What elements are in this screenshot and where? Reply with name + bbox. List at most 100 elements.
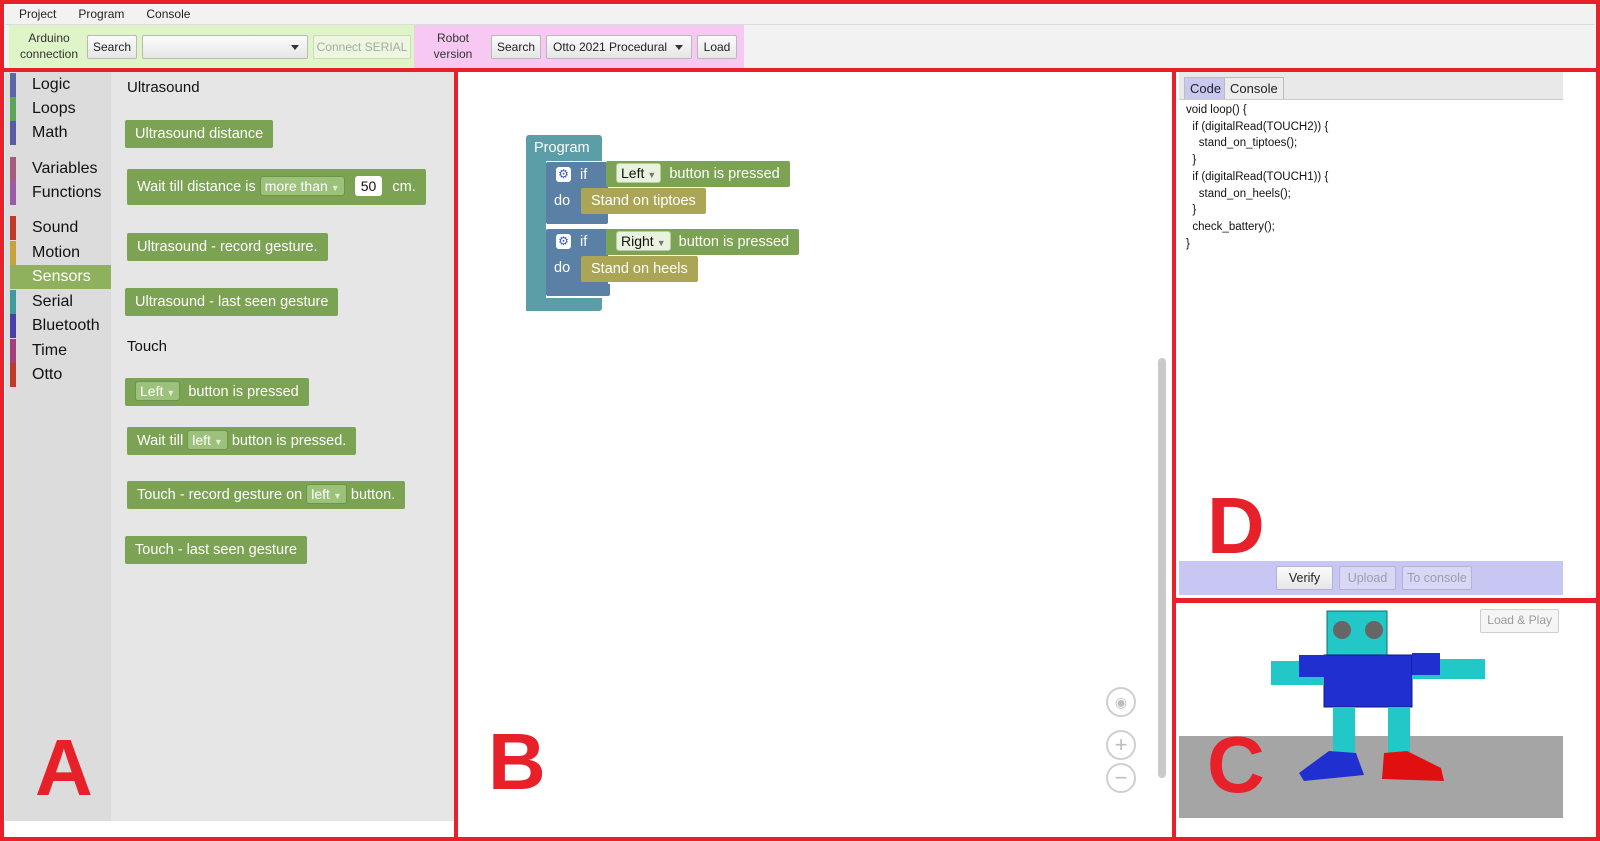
block-ultrasound-last[interactable]: Ultrasound - last seen gesture — [125, 288, 339, 316]
block-text: button. — [350, 487, 396, 503]
program-block-rail — [526, 161, 546, 311]
target-icon[interactable]: ◉ — [1106, 687, 1136, 717]
category-label: Math — [32, 124, 68, 141]
category-label: Sensors — [32, 268, 91, 285]
block-text: button is pressed. — [231, 433, 347, 449]
load-button[interactable]: Load — [697, 35, 737, 59]
block-flyout: Ultrasound Ultrasound distance Wait till… — [111, 68, 454, 821]
category-serial[interactable]: Serial — [10, 290, 111, 314]
side-dropdown[interactable]: left ▼ — [306, 484, 347, 504]
dropdown-arrow-icon: ▼ — [166, 388, 176, 398]
menu-console[interactable]: Console — [132, 5, 198, 21]
category-math[interactable]: Math — [10, 121, 111, 145]
block-ultrasound-distance[interactable]: Ultrasound distance — [125, 120, 274, 148]
section-title-touch: Touch — [127, 338, 168, 355]
side-dropdown[interactable]: Left ▼ — [135, 381, 181, 401]
condition-block-1[interactable]: Left ▼ button is pressed — [606, 161, 790, 187]
section-title-ultrasound: Ultrasound — [127, 79, 200, 96]
side-dropdown[interactable]: left ▼ — [187, 430, 228, 450]
toolbar: Arduino connection Search Connect SERIAL… — [5, 25, 1595, 68]
zoom-in-button[interactable]: + — [1106, 730, 1136, 760]
chevron-down-icon — [291, 45, 299, 50]
to-console-button[interactable]: To console — [1402, 566, 1472, 590]
dropdown-value: more than — [264, 178, 328, 194]
port-select[interactable] — [142, 35, 308, 59]
block-touch-record[interactable]: Touch - record gesture on left ▼ button. — [127, 481, 406, 509]
category-time[interactable]: Time — [10, 339, 111, 363]
action-block-2[interactable]: Stand on heels — [581, 256, 698, 282]
dropdown-value: Right — [621, 233, 654, 249]
dropdown-arrow-icon: ▼ — [213, 437, 223, 447]
category-functions[interactable]: Functions — [10, 181, 111, 205]
dropdown-arrow-icon: ▼ — [330, 183, 340, 193]
gear-icon[interactable]: ⚙ — [556, 234, 571, 249]
block-text: Wait till distance is — [137, 179, 256, 195]
side-dropdown[interactable]: Right ▼ — [616, 231, 671, 251]
category-label: Motion — [32, 244, 81, 261]
dropdown-value: left — [311, 486, 330, 502]
dropdown-value: left — [192, 432, 211, 448]
robot-label-line2: version — [433, 47, 473, 61]
if-block-2-footer — [546, 284, 610, 296]
category-color-stripe — [10, 363, 16, 387]
category-label: Otto — [32, 366, 63, 383]
category-label: Functions — [32, 184, 102, 201]
menu-program[interactable]: Program — [64, 5, 132, 21]
annotation-label-c: C — [1207, 720, 1265, 809]
generated-code[interactable]: void loop() { if (digitalRead(TOUCH2)) {… — [1186, 102, 1328, 252]
block-wait-till-pressed[interactable]: Wait till left ▼ button is pressed. — [127, 427, 357, 455]
annotation-label-b: B — [488, 717, 546, 806]
menu-project[interactable]: Project — [5, 5, 64, 21]
robot-version-value: Otto 2021 Procedural — [553, 40, 668, 54]
block-text: cm. — [392, 179, 416, 195]
category-label: Loops — [32, 100, 76, 117]
category-color-stripe — [10, 216, 16, 240]
distance-value-field[interactable]: 50 — [354, 176, 383, 196]
robot-version-select[interactable]: Otto 2021 Procedural — [546, 35, 692, 59]
block-text: button is pressed — [188, 384, 299, 400]
vertical-scrollbar[interactable] — [1158, 358, 1166, 778]
operator-dropdown[interactable]: more than ▼ — [259, 176, 345, 196]
category-loops[interactable]: Loops — [10, 97, 111, 121]
block-touch-last[interactable]: Touch - last seen gesture — [125, 536, 308, 564]
do-label: do — [554, 260, 571, 276]
block-text: Wait till — [137, 433, 184, 449]
block-text: button is pressed — [678, 234, 790, 250]
category-variables[interactable]: Variables — [10, 157, 111, 181]
category-color-stripe — [10, 97, 16, 121]
arduino-label-line2: connection — [19, 47, 79, 61]
category-motion[interactable]: Motion — [10, 241, 111, 265]
blockly-workspace[interactable]: Program ⚙ if do Left ▼ button is pressed … — [458, 72, 1172, 818]
action-block-1[interactable]: Stand on tiptoes — [581, 188, 706, 214]
block-text: Touch - record gesture on — [137, 487, 303, 503]
category-color-stripe — [10, 241, 16, 265]
category-color-stripe — [10, 265, 16, 289]
zoom-out-button[interactable]: − — [1106, 763, 1136, 793]
block-button-pressed[interactable]: Left ▼ button is pressed — [125, 378, 309, 406]
block-wait-distance[interactable]: Wait till distance is more than ▼ 50 cm. — [127, 169, 426, 205]
if-label: if — [580, 167, 588, 183]
gear-icon[interactable]: ⚙ — [556, 167, 571, 182]
category-label: Bluetooth — [32, 317, 100, 334]
category-color-stripe — [10, 339, 16, 363]
category-list: Logic Loops Math Variables Functions Sou… — [5, 68, 111, 821]
category-bluetooth[interactable]: Bluetooth — [10, 314, 111, 338]
verify-button[interactable]: Verify — [1276, 566, 1333, 590]
category-otto[interactable]: Otto — [10, 363, 111, 387]
upload-button[interactable]: Upload — [1339, 566, 1396, 590]
category-label: Variables — [32, 160, 98, 177]
condition-block-2[interactable]: Right ▼ button is pressed — [606, 229, 800, 255]
chevron-down-icon — [675, 45, 683, 50]
tab-console[interactable]: Console — [1224, 77, 1284, 99]
tab-code[interactable]: Code — [1184, 77, 1228, 99]
category-color-stripe — [10, 290, 16, 314]
category-sensors[interactable]: Sensors — [10, 265, 111, 289]
category-logic[interactable]: Logic — [10, 73, 111, 97]
robot-search-button[interactable]: Search — [491, 35, 541, 59]
arduino-search-button[interactable]: Search — [87, 35, 137, 59]
connect-serial-button[interactable]: Connect SERIAL — [313, 35, 411, 59]
block-ultrasound-record[interactable]: Ultrasound - record gesture. — [127, 233, 328, 261]
side-dropdown[interactable]: Left ▼ — [616, 163, 662, 183]
category-sound[interactable]: Sound — [10, 216, 111, 240]
dropdown-value: Left — [621, 165, 645, 181]
